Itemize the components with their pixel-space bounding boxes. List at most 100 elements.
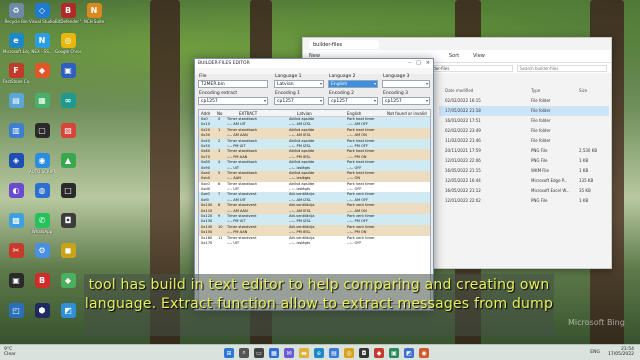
cell-addr: 0x70 <box>201 154 210 159</box>
maximize-icon[interactable]: □ <box>416 60 421 66</box>
view-button[interactable]: View <box>473 53 485 59</box>
file-row[interactable]: 17/05/2022 21:18 File folder <box>439 106 609 116</box>
header-lang1[interactable]: Latvian <box>297 111 312 116</box>
chevron-down-icon: ▾ <box>319 81 322 86</box>
app-4-icon[interactable]: ◩ <box>404 348 414 358</box>
desktop-icon[interactable]: B <box>29 273 55 289</box>
file-row[interactable]: 12/01/2022 22:02 PNG File 1 KB <box>439 196 609 206</box>
app-1-icon[interactable]: ◘ <box>359 348 369 358</box>
desktop-icon[interactable]: ▢ <box>29 123 55 139</box>
desktop-icon[interactable]: N NEX - SS... <box>29 33 55 54</box>
desktop-icon[interactable]: □ <box>55 183 81 199</box>
header-extract[interactable]: EXTRACT <box>239 111 257 116</box>
sort-button[interactable]: Sort <box>449 53 459 59</box>
cell-addr: 0x160 <box>201 235 213 240</box>
file-row[interactable]: 12/01/2022 22:06 PNG File 1 KB <box>439 156 609 166</box>
clock[interactable]: 21:54 17/05/2022 <box>608 347 634 357</box>
desktop-icon[interactable]: ✆ WhatsApp <box>29 213 55 234</box>
search-icon[interactable]: ⌕ <box>239 348 249 358</box>
address-path[interactable]: builder-files <box>423 65 513 72</box>
app-2-icon[interactable]: ◆ <box>374 348 384 358</box>
encoding-3-select[interactable]: cp1257 ▾ <box>382 97 430 105</box>
desktop-icon[interactable]: ▣ <box>3 273 29 289</box>
encoding-1-select[interactable]: cp1257 ▾ <box>274 97 324 105</box>
desktop-icon[interactable]: ♻ Recycle Bin <box>3 3 29 24</box>
language-1-select[interactable]: Latvian ▾ <box>274 80 324 88</box>
desktop-icon[interactable]: ◎Google Chrome <box>55 33 81 54</box>
header-lang3[interactable]: Not found or invalid <box>387 111 427 116</box>
file-label: File <box>199 74 207 79</box>
cell-addr: 0xc0 <box>201 181 210 186</box>
desktop-icon[interactable]: ◆ <box>55 273 81 289</box>
edge-icon[interactable]: e <box>314 348 324 358</box>
desktop-icon[interactable]: ◇Visual Studio Code <box>29 3 55 24</box>
header-lang2[interactable]: English <box>347 111 361 116</box>
file-row[interactable]: 20/11/2021 17:59 PNG File 2,530 KB <box>439 146 609 156</box>
file-date: 02/02/2022 23:49 <box>445 128 481 133</box>
desktop-icon[interactable]: ◍ <box>29 183 55 199</box>
encoding-extract-field[interactable]: cp1257 ▾ <box>198 97 268 105</box>
cell-lang1: --:-- ieslēgts <box>289 176 311 181</box>
app-3-icon[interactable]: ▣ <box>389 348 399 358</box>
desktop-icon[interactable]: ◩ <box>55 303 81 319</box>
explorer-tab[interactable]: builder-files <box>309 40 379 49</box>
windows-icon[interactable]: ⊞ <box>224 348 234 358</box>
desktop-icon[interactable]: ◉ AUTO SCRIPT <box>29 153 55 174</box>
caption-text: tool has build in text editor to help co… <box>84 277 554 312</box>
cell-extract: -:-- PM AAN <box>227 154 248 159</box>
desktop-icon[interactable]: eMicrosoft Edge <box>3 33 29 54</box>
desktop-icon[interactable]: ▥ <box>3 123 29 139</box>
desktop-icon[interactable]: ▣ <box>55 63 81 79</box>
desktop-icon[interactable]: ◼ <box>55 243 81 259</box>
desktop-icon[interactable]: ✂ <box>3 243 29 259</box>
desktop-icon[interactable]: ◆ <box>29 63 55 79</box>
column-type[interactable]: Type <box>531 88 540 93</box>
desktop-icon[interactable]: ◐ <box>3 183 29 199</box>
weather-widget[interactable]: 9°C Clear <box>4 347 16 357</box>
encoding-2-select[interactable]: cp1257 ▾ <box>328 97 378 105</box>
cell-lang1: Aktīvā apsilde <box>289 160 315 165</box>
column-size[interactable]: Size <box>579 88 587 93</box>
app-5-icon[interactable]: ◉ <box>419 348 429 358</box>
desktop-icon[interactable]: ▩ <box>3 213 29 229</box>
desktop-icon[interactable]: ▦ <box>29 93 55 109</box>
file-row[interactable]: 16/05/2022 21:15 WKM File 1 KB <box>439 166 609 176</box>
desktop-icon[interactable]: BBitDefender VPN <box>55 3 81 24</box>
desktop-icon[interactable]: ⚙ <box>29 243 55 259</box>
grid-row[interactable]: 0x170 -:-- UIT --:-- izslēgts --:-- OFF <box>199 240 430 247</box>
file-row[interactable]: 02/02/2022 23:49 File folder <box>439 126 609 136</box>
task-view-icon[interactable]: ▭ <box>254 348 264 358</box>
language-indicator[interactable]: ENG <box>590 350 600 355</box>
desktop-icon[interactable]: ◰ <box>3 303 29 319</box>
file-row[interactable]: 16/01/2022 17:51 File folder <box>439 116 609 126</box>
desktop-icon[interactable]: FFastStone Capture <box>3 63 29 84</box>
store-icon[interactable]: ▤ <box>329 348 339 358</box>
column-date[interactable]: Date modified <box>445 88 473 93</box>
language-2-select[interactable]: English ▾ <box>328 80 378 88</box>
cell-addr: 0xb0 <box>201 176 210 181</box>
widgets-icon[interactable]: ▦ <box>269 348 279 358</box>
header-addr[interactable]: Addr <box>201 111 210 116</box>
file-row[interactable]: 02/02/2022 16:15 File folder <box>439 96 609 106</box>
minimize-icon[interactable]: – <box>409 60 412 66</box>
file-row[interactable]: 16/05/2022 21:12 Microsoft Excel W... 35 K… <box>439 186 609 196</box>
desktop-icon[interactable]: ▲ <box>55 153 81 169</box>
desktop-icon[interactable]: ∞ <box>55 93 81 109</box>
desktop-icon[interactable]: ◘ <box>55 213 81 229</box>
file-row[interactable]: 11/02/2022 21:46 File folder <box>439 136 609 146</box>
desktop-icon[interactable]: ▧ <box>55 123 81 139</box>
language-3-select[interactable]: ▾ <box>382 80 430 88</box>
file-date: 02/02/2022 16:15 <box>445 98 481 103</box>
file-field[interactable]: T2MER.bin <box>198 80 268 88</box>
close-icon[interactable]: × <box>426 60 430 66</box>
file-explorer-icon[interactable]: ▬ <box>299 348 309 358</box>
search-input[interactable]: Search builder-files <box>517 65 607 72</box>
desktop-icon[interactable]: ⬢ <box>29 303 55 319</box>
desktop-icon[interactable]: ◈ <box>3 153 29 169</box>
chrome-icon[interactable]: ◎ <box>344 348 354 358</box>
desktop-icon[interactable]: ▤ <box>3 93 29 109</box>
file-row[interactable]: 12/05/2022 16:44 Microsoft Edge P... 135 K… <box>439 176 609 186</box>
chat-icon[interactable]: ✉ <box>284 348 294 358</box>
desktop-icon[interactable]: N NCH Suite <box>81 3 107 24</box>
header-no[interactable]: No <box>217 111 222 116</box>
